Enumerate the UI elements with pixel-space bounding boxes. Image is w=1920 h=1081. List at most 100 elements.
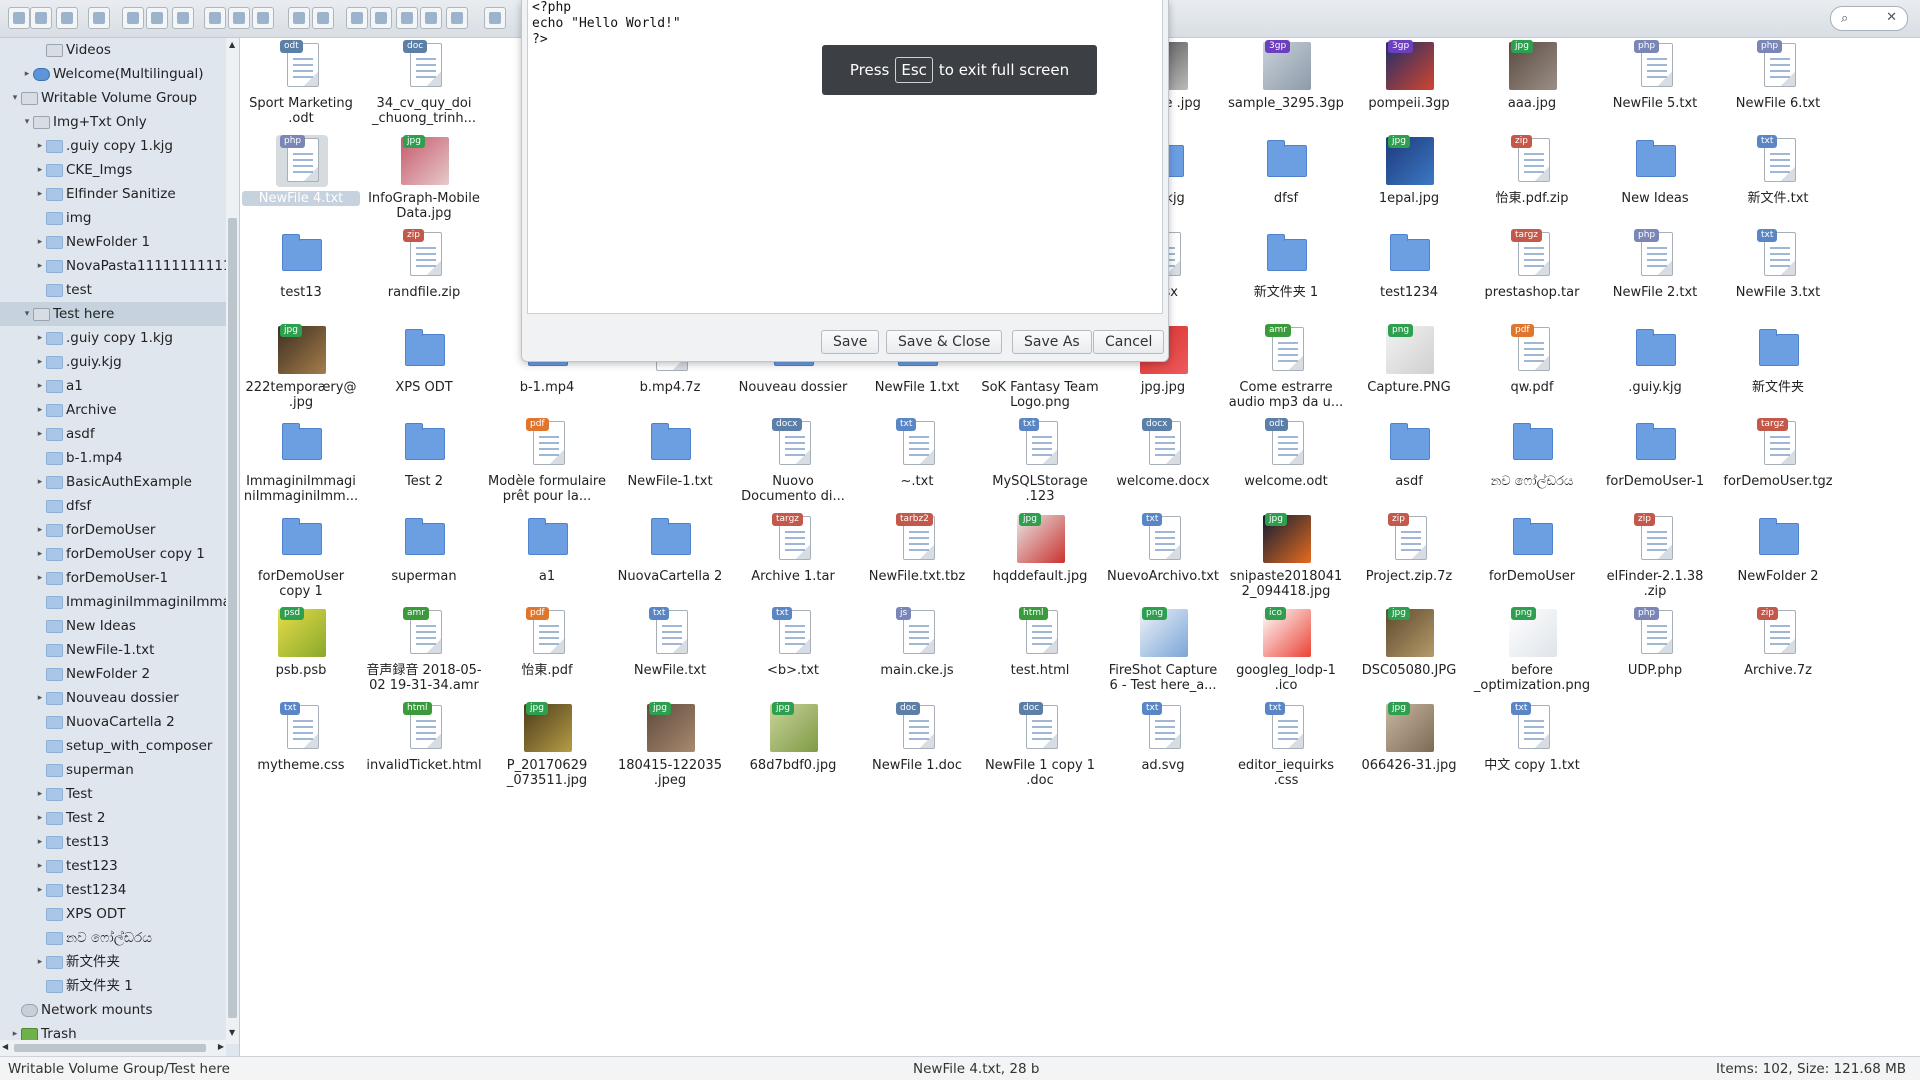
collapsed-arrow-icon[interactable]: ▸ — [35, 830, 45, 854]
expanded-arrow-icon[interactable]: ▾ — [22, 110, 32, 134]
tree-item[interactable]: ▸ Test 2 — [0, 806, 226, 830]
rename-button[interactable] — [484, 7, 506, 29]
expanded-arrow-icon[interactable]: ▾ — [22, 302, 32, 326]
tree-item[interactable]: ▸ Test — [0, 782, 226, 806]
tree-item[interactable]: NuovaCartella 2 — [0, 710, 226, 734]
file-item[interactable]: නව ෆෝල්ඩරය — [1473, 416, 1591, 508]
tree-item[interactable]: ▾ Img+Txt Only — [0, 110, 226, 134]
tree-item[interactable]: ▸ forDemoUser-1 — [0, 566, 226, 590]
file-item[interactable]: zip elFinder-2.1.38 .zip — [1596, 511, 1714, 603]
file-item[interactable]: jpg 1epal.jpg — [1350, 133, 1468, 225]
tree-item[interactable]: Network mounts — [0, 998, 226, 1022]
collapsed-arrow-icon[interactable]: ▸ — [35, 398, 45, 422]
file-item[interactable]: jpg snipaste2018041 2_094418.jpg — [1227, 511, 1345, 603]
tree-item[interactable]: ▸ .guiy copy 1.kjg — [0, 134, 226, 158]
file-item[interactable]: asdf — [1350, 416, 1468, 508]
tree-item[interactable]: New Ideas — [0, 614, 226, 638]
file-item[interactable]: tarbz2 NewFile.txt.tbz — [858, 511, 976, 603]
file-item[interactable]: forDemoUser copy 1 — [242, 511, 360, 603]
file-item[interactable]: txt editor_iequirks .css — [1227, 700, 1345, 792]
tree-item[interactable]: Videos — [0, 38, 226, 62]
file-item[interactable]: php UDP.php — [1596, 605, 1714, 697]
tree-item[interactable]: ▸ asdf — [0, 422, 226, 446]
redo-button[interactable] — [312, 7, 334, 29]
file-item[interactable]: zip Project.zip.7z — [1350, 511, 1468, 603]
scroll-left-arrow-icon[interactable]: ◀ — [2, 1042, 8, 1051]
file-item[interactable]: zip Archive.7z — [1719, 605, 1837, 697]
file-item[interactable]: jpg aaa.jpg — [1473, 38, 1591, 130]
search-icon[interactable]: ⌕ — [1841, 11, 1848, 26]
file-item[interactable]: html test.html — [981, 605, 1099, 697]
file-item[interactable]: jpg P_20170629 _073511.jpg — [488, 700, 606, 792]
tree-item[interactable]: ▸ Nouveau dossier — [0, 686, 226, 710]
tree-item[interactable]: ▸ Elfinder Sanitize — [0, 182, 226, 206]
tree-item[interactable]: ▸ test13 — [0, 830, 226, 854]
file-item[interactable]: png before _optimization.png — [1473, 605, 1591, 697]
collapsed-arrow-icon[interactable]: ▸ — [35, 134, 45, 158]
file-item[interactable]: doc NewFile 1.doc — [858, 700, 976, 792]
file-item[interactable]: NewFile-1.txt — [611, 416, 729, 508]
select-button[interactable] — [252, 7, 274, 29]
file-item[interactable]: NuovaCartella 2 — [611, 511, 729, 603]
tree-item[interactable]: dfsf — [0, 494, 226, 518]
file-item[interactable]: odt welcome.odt — [1227, 416, 1345, 508]
collapsed-arrow-icon[interactable]: ▸ — [35, 878, 45, 902]
collapsed-arrow-icon[interactable]: ▸ — [35, 542, 45, 566]
cancel-button[interactable]: Cancel — [1093, 330, 1165, 354]
tree-item[interactable]: ▾ Test here — [0, 302, 226, 326]
collapsed-arrow-icon[interactable]: ▸ — [35, 566, 45, 590]
collapsed-arrow-icon[interactable]: ▸ — [35, 950, 45, 974]
sidebar-vertical-scrollbar[interactable]: ▲ ▼ — [226, 38, 239, 1044]
scroll-up-arrow-icon[interactable]: ▲ — [229, 40, 235, 49]
tree-item[interactable]: NewFile-1.txt — [0, 638, 226, 662]
tree-item[interactable]: 新文件夹 1 — [0, 974, 226, 998]
file-item[interactable]: txt MySQLStorage .123 — [981, 416, 1099, 508]
file-item[interactable]: txt 新文件.txt — [1719, 133, 1837, 225]
file-item[interactable]: 新文件夹 1 — [1227, 227, 1345, 319]
collapsed-arrow-icon[interactable]: ▸ — [35, 230, 45, 254]
undo-button[interactable] — [288, 7, 310, 29]
home-button[interactable] — [122, 7, 144, 29]
clear-search-icon[interactable]: ✕ — [1886, 10, 1897, 25]
collapsed-arrow-icon[interactable]: ▸ — [35, 374, 45, 398]
tree-item[interactable]: ▸ .guiy copy 1.kjg — [0, 326, 226, 350]
file-item[interactable]: jpg 180415-122035 .jpeg — [611, 700, 729, 792]
file-item[interactable]: ImmaginiImmagi niImmaginiImm... — [242, 416, 360, 508]
file-item[interactable]: pdf 怡東.pdf — [488, 605, 606, 697]
tree-item[interactable]: ▸ 新文件夹 — [0, 950, 226, 974]
file-item[interactable]: targz Archive 1.tar — [734, 511, 852, 603]
save-as-button[interactable]: Save As — [1012, 330, 1092, 354]
save-button[interactable] — [172, 7, 194, 29]
file-item[interactable]: doc 34_cv_quy_doi _chuong_trinh... — [365, 38, 483, 130]
file-item[interactable]: js main.cke.js — [858, 605, 976, 697]
file-item[interactable]: test13 — [242, 227, 360, 319]
file-item[interactable]: txt NewFile 3.txt — [1719, 227, 1837, 319]
file-item[interactable]: psd psb.psb — [242, 605, 360, 697]
tree-item[interactable]: XPS ODT — [0, 902, 226, 926]
collapsed-arrow-icon[interactable]: ▸ — [35, 806, 45, 830]
file-item[interactable]: jpg 68d7bdf0.jpg — [734, 700, 852, 792]
delete-button[interactable] — [420, 7, 442, 29]
file-item[interactable]: docx welcome.docx — [1104, 416, 1222, 508]
file-item[interactable]: txt <b>.txt — [734, 605, 852, 697]
scroll-right-arrow-icon[interactable]: ▶ — [218, 1042, 224, 1051]
file-item[interactable]: php NewFile 4.txt — [242, 133, 360, 225]
file-item[interactable]: pdf Modèle formulaire prêt pour la... — [488, 416, 606, 508]
forward-button[interactable] — [30, 7, 52, 29]
collapsed-arrow-icon[interactable]: ▸ — [22, 62, 32, 86]
save-and-close-button[interactable]: Save & Close — [886, 330, 1003, 354]
tree-item[interactable]: ▸ .guiy.kjg — [0, 350, 226, 374]
tree-item[interactable]: superman — [0, 758, 226, 782]
file-item[interactable]: amr Come estrarre audio mp3 da u... — [1227, 322, 1345, 414]
search-box[interactable]: ⌕ ✕ — [1830, 6, 1908, 31]
scrollbar-thumb[interactable] — [228, 218, 237, 1018]
collapsed-arrow-icon[interactable]: ▸ — [35, 350, 45, 374]
file-item[interactable]: jpg InfoGraph-Mobile Data.jpg — [365, 133, 483, 225]
sidebar-horizontal-scrollbar[interactable]: ◀ ▶ — [0, 1040, 226, 1056]
file-item[interactable]: jpg 222temporæry@ .jpg — [242, 322, 360, 414]
collapsed-arrow-icon[interactable]: ▸ — [35, 518, 45, 542]
file-item[interactable]: odt Sport Marketing .odt — [242, 38, 360, 130]
tree-item[interactable]: ▸ CKE_Imgs — [0, 158, 226, 182]
tree-item[interactable]: ▸ forDemoUser copy 1 — [0, 542, 226, 566]
file-item[interactable]: test1234 — [1350, 227, 1468, 319]
